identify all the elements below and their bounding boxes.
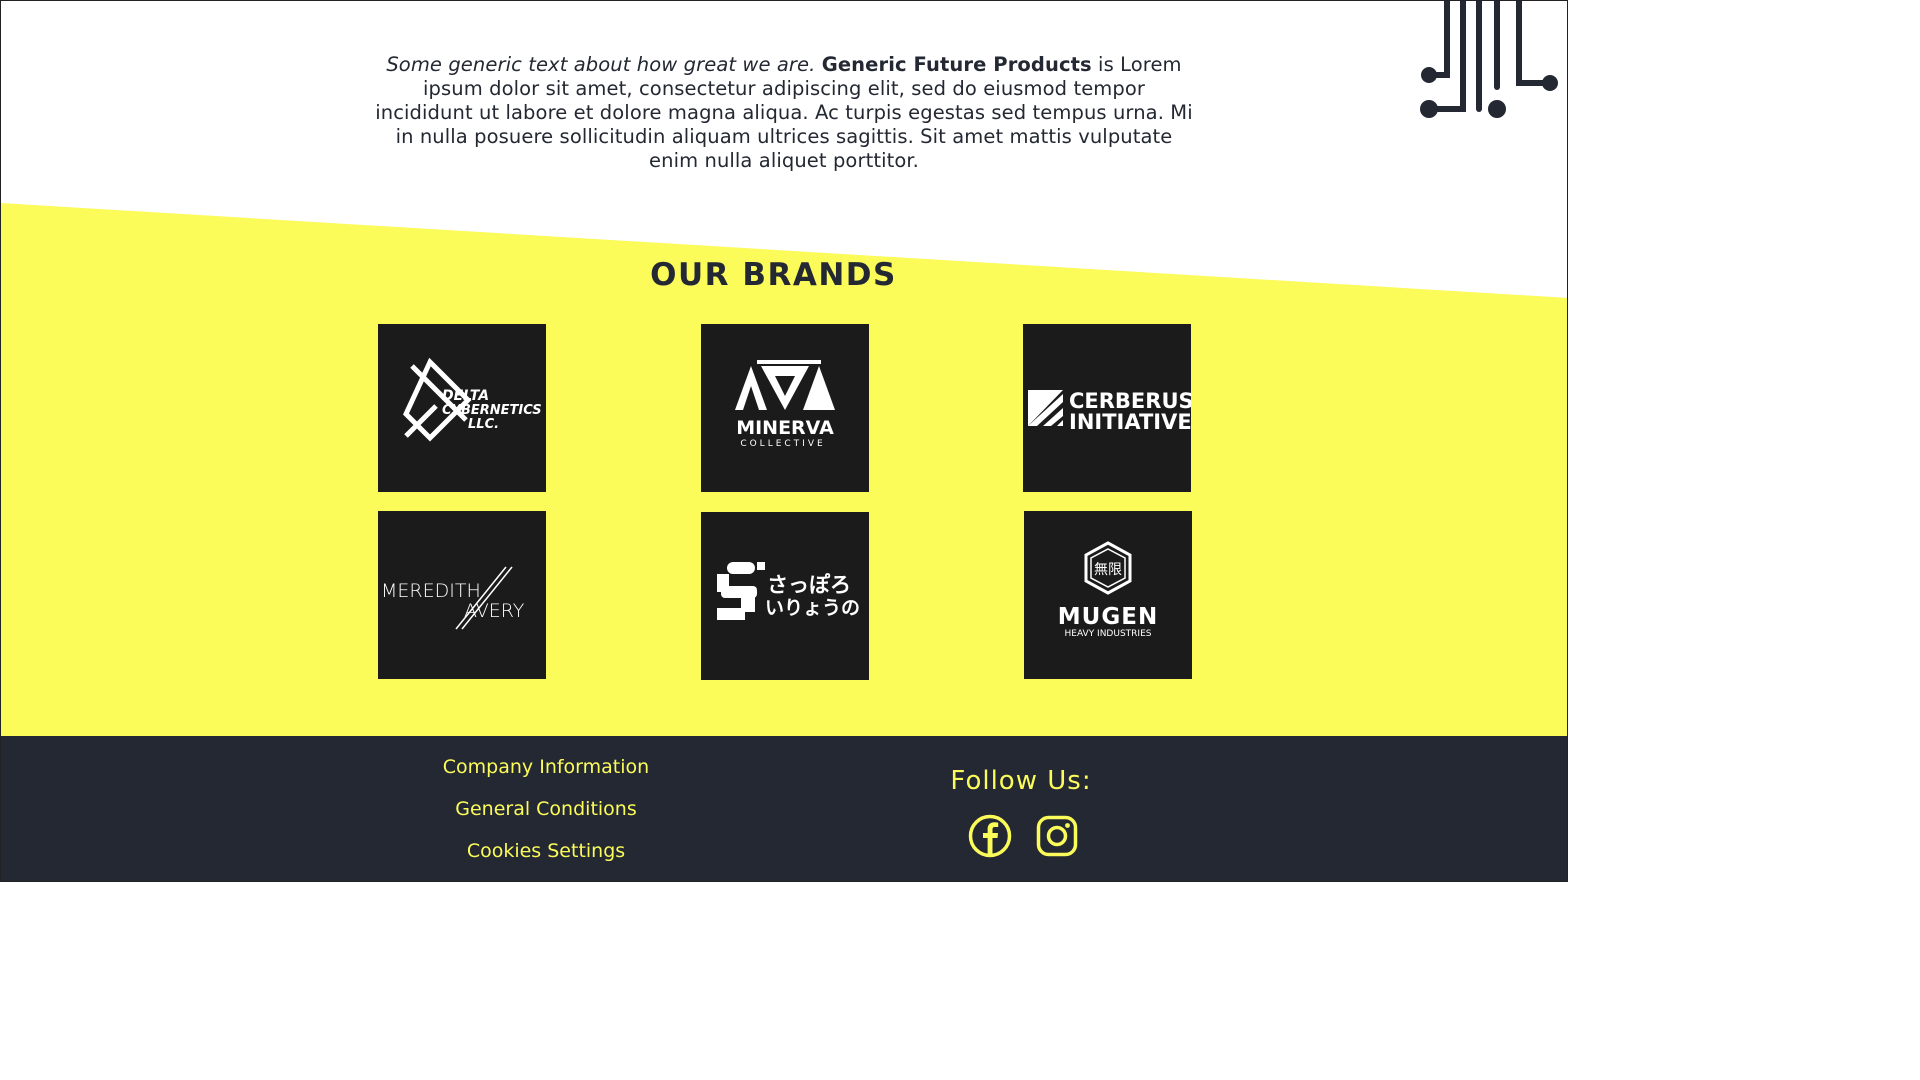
minerva-name: MINERVA (736, 417, 834, 439)
delta-line1: DELTA (442, 388, 489, 404)
circuit-decoration-icon (1420, 1, 1558, 118)
mugen-sub: HEAVY INDUSTRIES (1065, 629, 1152, 639)
facebook-icon[interactable] (968, 814, 1012, 858)
brand-tile-sapporo[interactable]: さっぽろ いりょうの (701, 512, 869, 680)
footer-link-company-information[interactable]: Company Information (396, 756, 696, 778)
sapporo-line1: さっぽろ (767, 573, 851, 597)
intro-italic: Some generic text about how great we are… (386, 53, 816, 76)
meredith-line1: MEREDITH (381, 580, 481, 602)
cerberus-initiative-logo: CERBERUS INITIATIVE (1028, 389, 1191, 434)
instagram-icon[interactable] (1035, 814, 1079, 858)
sapporo-logo: さっぽろ いりょうの (717, 562, 860, 620)
mugen-kanji: 無限 (1094, 562, 1122, 578)
footer-link-cookies-settings[interactable]: Cookies Settings (396, 840, 696, 862)
footer-link-general-conditions[interactable]: General Conditions (396, 798, 696, 820)
cerberus-line2: INITIATIVE (1069, 410, 1191, 434)
intro-paragraph: Some generic text about how great we are… (373, 53, 1195, 173)
delta-cybernetics-logo: DELTA CYBERNETICS LLC. (402, 357, 542, 442)
company-name: Generic Future Products (821, 53, 1092, 76)
meredith-avery-logo: MEREDITH AVERY (381, 566, 525, 630)
footer (1, 736, 1567, 881)
brand-tile-mugen[interactable]: 無限 MUGEN HEAVY INDUSTRIES (1024, 511, 1192, 679)
sapporo-line2: いりょうの (765, 597, 860, 619)
minerva-collective-logo: MINERVA COLLECTIVE (735, 360, 835, 449)
delta-line3: LLC. (468, 417, 499, 432)
delta-line2: CYBERNETICS (442, 403, 542, 418)
brands-heading: OUR BRANDS (650, 257, 897, 293)
mugen-logo: 無限 MUGEN HEAVY INDUSTRIES (1058, 541, 1158, 639)
meredith-line2: AVERY (464, 600, 525, 622)
brand-tile-delta-cybernetics[interactable]: DELTA CYBERNETICS LLC. (378, 324, 546, 492)
minerva-sub: COLLECTIVE (740, 439, 825, 449)
brand-tile-meredith-avery[interactable]: MEREDITH AVERY (378, 511, 546, 679)
brand-tile-minerva-collective[interactable]: MINERVA COLLECTIVE (701, 324, 869, 492)
follow-us-label: Follow Us: (950, 766, 1092, 796)
mugen-name: MUGEN (1058, 604, 1158, 630)
page: Some generic text about how great we are… (0, 0, 1568, 882)
brand-tile-cerberus-initiative[interactable]: CERBERUS INITIATIVE (1023, 324, 1191, 492)
